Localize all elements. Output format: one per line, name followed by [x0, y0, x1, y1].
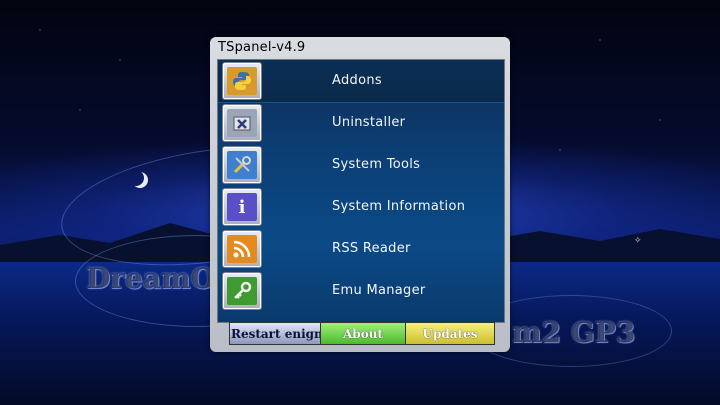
info-icon: i: [227, 193, 257, 221]
button-bar: Restart enigma About Updates: [229, 322, 495, 345]
menu-item-label: System Information: [332, 199, 466, 214]
icon-frame: [222, 146, 262, 184]
brand-watermark-right: m2 GP3: [512, 316, 636, 349]
menu-list: Addons Uninstaller System Tools i System: [217, 59, 505, 323]
restart-enigma-button[interactable]: Restart enigma: [229, 322, 322, 345]
window-title: TSpanel-v4.9: [218, 40, 306, 55]
menu-item-label: RSS Reader: [332, 241, 411, 256]
tspanel-window: TSpanel-v4.9 Addons Uninstaller System T…: [210, 37, 510, 352]
uninstall-icon: [227, 109, 257, 137]
icon-frame: i: [222, 188, 262, 226]
menu-item-system-information[interactable]: i System Information: [218, 186, 504, 228]
menu-item-uninstaller[interactable]: Uninstaller: [218, 102, 504, 144]
icon-frame: [222, 104, 262, 142]
menu-item-label: System Tools: [332, 157, 421, 172]
python-icon: [227, 67, 257, 95]
about-button[interactable]: About: [320, 322, 406, 345]
tools-icon: [227, 151, 257, 179]
menu-item-addons[interactable]: Addons: [218, 60, 504, 103]
menu-item-label: Emu Manager: [332, 283, 426, 298]
cursor-icon: ✧: [634, 236, 642, 246]
menu-item-label: Addons: [332, 73, 382, 88]
updates-button[interactable]: Updates: [405, 322, 495, 345]
rss-icon: [227, 235, 257, 263]
menu-item-rss-reader[interactable]: RSS Reader: [218, 228, 504, 270]
key-icon: [227, 277, 257, 305]
menu-item-system-tools[interactable]: System Tools: [218, 144, 504, 186]
icon-frame: [222, 272, 262, 310]
icon-frame: [222, 230, 262, 268]
menu-item-emu-manager[interactable]: Emu Manager: [218, 270, 504, 312]
menu-item-label: Uninstaller: [332, 115, 406, 130]
icon-frame: [222, 62, 262, 100]
